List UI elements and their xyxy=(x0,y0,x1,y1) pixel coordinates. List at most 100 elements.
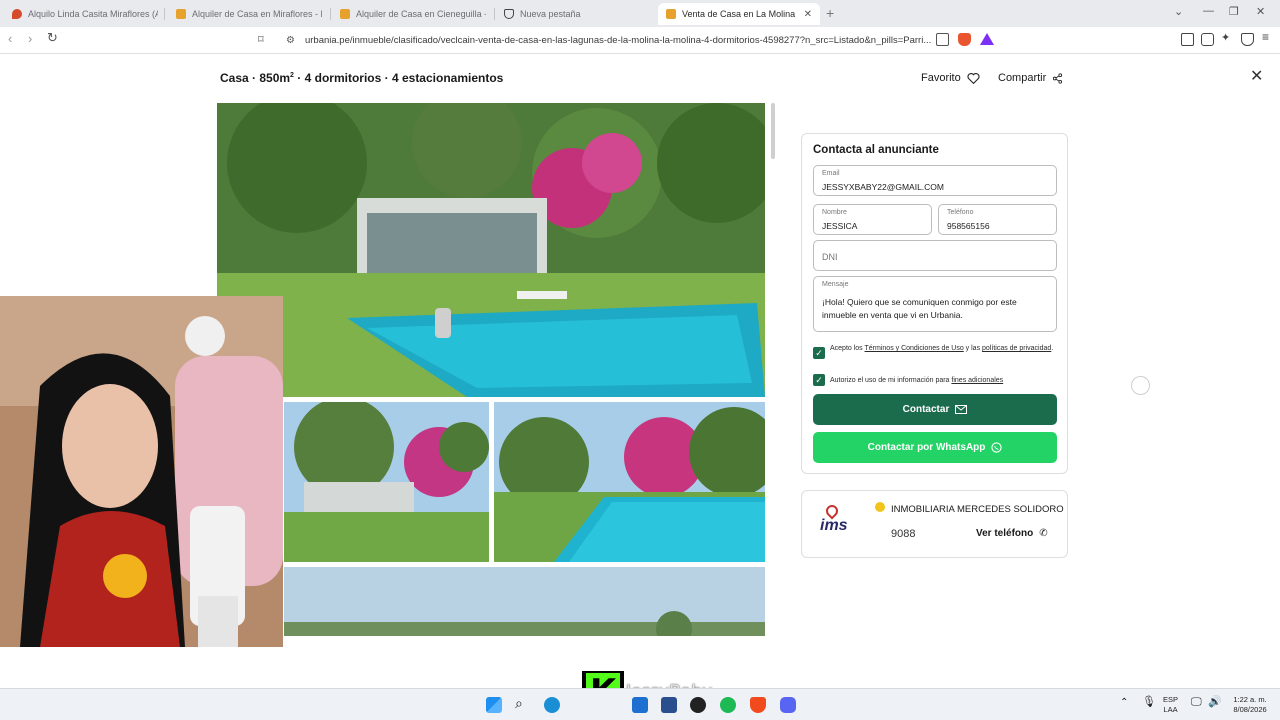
browser-tab[interactable]: Alquilo Linda Casita Miraflores (A. C. xyxy=(4,3,166,25)
telefono-field[interactable]: Teléfono 958565156 xyxy=(938,204,1057,235)
search-icon[interactable]: ⌕ xyxy=(515,695,531,711)
tab-search-icon[interactable]: ⌄ xyxy=(1174,5,1183,18)
gallery-photo[interactable] xyxy=(494,402,765,562)
house-icon xyxy=(340,9,350,19)
agency-logo: ims xyxy=(818,502,868,545)
house-icon xyxy=(176,9,186,19)
window-close-icon[interactable]: ✕ xyxy=(1256,5,1265,18)
tab-title: Alquiler de Casa en Cieneguilla - Lim xyxy=(356,9,486,19)
ver-telefono-label: Ver teléfono xyxy=(976,528,1034,539)
terms-link[interactable]: Términos y Condiciones de Uso xyxy=(865,345,964,352)
browser-toolbar: ‹ › ↻ ⌑ ⚙ urbania.pe/inmueble/clasificad… xyxy=(0,27,1280,54)
back-icon[interactable]: ‹ xyxy=(8,31,12,46)
vpn-shield-icon[interactable] xyxy=(1241,33,1254,46)
obs-icon[interactable] xyxy=(690,697,706,713)
spotify-icon[interactable] xyxy=(720,697,736,713)
outlook-icon[interactable] xyxy=(632,697,648,713)
forward-icon[interactable]: › xyxy=(28,31,32,46)
browser-tab[interactable]: Alquiler de Casa en Cieneguilla - Lim xyxy=(332,3,494,25)
contact-heading: Contacta al anunciante xyxy=(813,144,939,156)
language-indicator[interactable]: ESP LAA xyxy=(1163,695,1178,715)
consent-checkbox[interactable]: ✓ xyxy=(813,374,825,386)
email-field[interactable]: Email JESSYXBABY22@GMAIL.COM xyxy=(813,165,1057,196)
site-info-icon[interactable]: ⚙ xyxy=(286,35,295,46)
favorite-label: Favorito xyxy=(921,72,961,84)
nombre-field[interactable]: Nombre JESSICA xyxy=(813,204,932,235)
nombre-value: JESSICA xyxy=(822,221,858,231)
mensaje-field[interactable]: Mensaje ¡Hola! Quiero que se comuniquen … xyxy=(813,276,1057,332)
location-pin-icon xyxy=(12,9,22,19)
brave-rewards-icon[interactable] xyxy=(980,33,994,45)
agency-logo-text: ims xyxy=(820,517,848,534)
listing-title-main: Casa · 850m xyxy=(220,71,291,85)
browser-tab-strip: Alquilo Linda Casita Miraflores (A. C. A… xyxy=(0,0,1280,27)
consent-prefix: Autorizo el uso de mi información para xyxy=(830,377,952,384)
fines-adicionales-link[interactable]: fines adicionales xyxy=(951,377,1003,384)
tab-title: Alquilo Linda Casita Miraflores (A. C. xyxy=(28,9,158,19)
mensaje-label: Mensaje xyxy=(822,281,849,288)
gallery-photo[interactable] xyxy=(284,402,489,562)
mail-icon xyxy=(955,405,968,414)
tab-title: Nueva pestaña xyxy=(520,9,581,19)
edge-icon[interactable] xyxy=(544,697,560,713)
close-tab-icon[interactable]: ✕ xyxy=(804,9,812,20)
clock[interactable]: 1:22 a. m. 8/08/2026 xyxy=(1226,695,1274,715)
whatsapp-button[interactable]: Contactar por WhatsApp xyxy=(813,432,1057,463)
privacy-link[interactable]: políticas de privacidad xyxy=(982,345,1051,352)
gallery-scrollbar[interactable] xyxy=(771,103,775,159)
network-icon[interactable]: 🖵 xyxy=(1191,697,1202,708)
new-tab-button[interactable]: + xyxy=(826,5,834,21)
brave-shield-icon[interactable] xyxy=(958,33,971,46)
browser-tab[interactable]: Alquiler de Casa en Miraflores - Lima xyxy=(168,3,330,25)
main-photo[interactable] xyxy=(217,103,765,397)
volume-icon[interactable]: 🔊 xyxy=(1208,697,1222,708)
listing-title-rest: · 4 dormitorios · 4 estacionamientos xyxy=(293,71,504,85)
language-top: ESP xyxy=(1163,695,1179,704)
microphone-icon[interactable]: 🎙 xyxy=(1142,697,1156,708)
shield-icon xyxy=(504,9,514,19)
sidebar-icon[interactable] xyxy=(1181,33,1194,46)
contactar-button[interactable]: Contactar xyxy=(813,394,1057,425)
minimize-icon[interactable]: — xyxy=(1203,5,1214,17)
favorite-button[interactable]: Favorito xyxy=(921,72,980,84)
webcam-overlay xyxy=(0,296,283,647)
share-label: Compartir xyxy=(998,72,1047,84)
brave-icon[interactable] xyxy=(750,697,766,713)
terms-middle: y las xyxy=(963,345,983,352)
phone-icon: ✆ xyxy=(1039,528,1048,539)
clock-time: 1:22 a. m. xyxy=(1233,695,1267,704)
dni-field[interactable]: DNI xyxy=(813,240,1057,271)
agency-name: INMOBILIARIA MERCEDES SOLIDORO xyxy=(891,504,1064,515)
ver-telefono-button[interactable]: Ver teléfono ✆ xyxy=(976,528,1048,539)
dni-placeholder: DNI xyxy=(822,252,838,262)
terms-checkbox[interactable]: ✓ xyxy=(813,347,825,359)
browser-tab-active[interactable]: Venta de Casa en La Molina - Lim ✕ xyxy=(658,3,820,25)
clock-date: 8/08/2026 xyxy=(1233,705,1267,714)
tab-title: Alquiler de Casa en Miraflores - Lima xyxy=(192,9,322,19)
telefono-value: 958565156 xyxy=(947,221,990,231)
browser-tab[interactable]: Nueva pestaña xyxy=(496,3,658,25)
whatsapp-icon xyxy=(991,442,1003,453)
address-bar[interactable]: ⚙ urbania.pe/inmueble/clasificado/veclca… xyxy=(256,30,996,51)
reader-mode-icon[interactable] xyxy=(936,33,949,46)
taskbar: ⌕ ⌃ 🎙 ESP LAA 🖵 🔊 1:22 a. m. 8/08/2026 xyxy=(0,688,1280,720)
close-listing-icon[interactable]: ✕ xyxy=(1250,66,1263,86)
gallery-photo[interactable] xyxy=(284,567,765,636)
terms-prefix: Acepto los xyxy=(830,345,865,352)
wallet-icon[interactable] xyxy=(1201,33,1214,46)
house-icon xyxy=(666,9,676,19)
mensaje-value: ¡Hola! Quiero que se comuniquen conmigo … xyxy=(822,297,1017,320)
reload-icon[interactable]: ↻ xyxy=(47,30,58,46)
menu-icon[interactable]: ≡ xyxy=(1262,30,1275,44)
email-label: Email xyxy=(822,170,840,177)
leo-ai-icon[interactable]: ✦ xyxy=(1221,31,1234,44)
restore-icon[interactable]: ❐ xyxy=(1229,5,1239,18)
windows-start-icon[interactable] xyxy=(486,697,502,713)
calendar-app-icon[interactable] xyxy=(661,697,677,713)
whatsapp-label: Contactar por WhatsApp xyxy=(867,442,986,453)
share-button[interactable]: Compartir xyxy=(998,72,1063,84)
show-hidden-icons[interactable]: ⌃ xyxy=(1120,698,1128,708)
discord-icon[interactable] xyxy=(780,697,796,713)
verified-badge-icon xyxy=(875,502,885,512)
contact-form: Contacta al anunciante Email JESSYXBABY2… xyxy=(801,133,1068,474)
